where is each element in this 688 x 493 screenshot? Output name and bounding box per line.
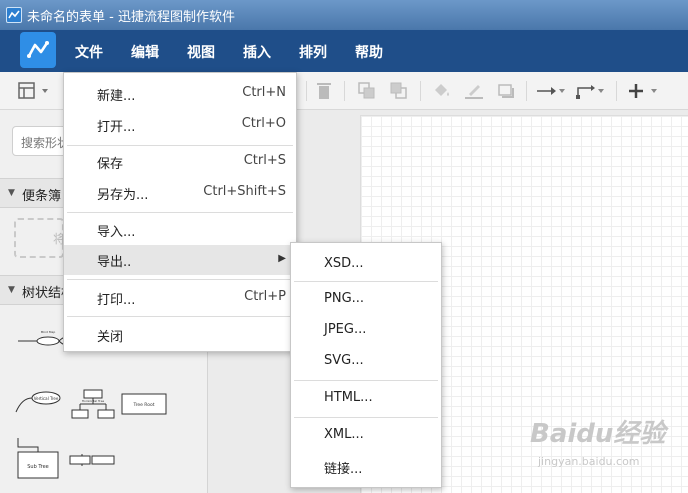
waypoint-icon[interactable] <box>576 82 606 100</box>
menu-divider <box>294 281 438 282</box>
menu-divider <box>67 316 293 317</box>
file-menu-print[interactable]: 打印... Ctrl+P <box>64 283 296 313</box>
sub-tree-shape[interactable]: Sub Tree <box>17 438 59 479</box>
svg-text:Tree Root: Tree Root <box>132 402 154 408</box>
export-svg[interactable]: SVG... <box>291 347 441 375</box>
export-link[interactable]: 链接... <box>291 452 441 480</box>
svg-text:Vertical Tree: Vertical Tree <box>34 396 59 401</box>
section-scratchpad-label: 便条簿 <box>22 189 62 204</box>
file-menu: 新建... Ctrl+N 打开... Ctrl+O 保存 Ctrl+S 另存为.… <box>63 72 297 352</box>
file-menu-new[interactable]: 新建... Ctrl+N <box>64 79 296 109</box>
delete-icon[interactable] <box>316 82 332 100</box>
export-xsd[interactable]: XSD... <box>291 250 441 278</box>
menu-divider <box>67 212 293 213</box>
menu-divider <box>67 145 293 146</box>
menu-help[interactable]: 帮助 <box>355 42 383 62</box>
svg-text:Mind Map: Mind Map <box>41 330 56 334</box>
file-menu-open[interactable]: 打开... Ctrl+O <box>64 110 296 140</box>
menu-divider <box>294 417 438 418</box>
app-icon <box>6 7 22 23</box>
watermark-url: jingyan.baidu.com <box>538 455 640 468</box>
svg-text:Horizontal Tree: Horizontal Tree <box>82 399 105 403</box>
connector-arrow-icon[interactable] <box>536 82 566 100</box>
collapse-arrow-icon: ▼ <box>8 285 15 295</box>
to-back-icon[interactable] <box>390 82 408 100</box>
export-jpeg[interactable]: JPEG... <box>291 316 441 344</box>
watermark-logo: Baidu经验 <box>530 419 666 449</box>
export-png[interactable]: PNG... <box>291 285 441 313</box>
horizontal-tree-shape[interactable]: Horizontal Tree <box>71 389 115 419</box>
submenu-arrow-icon: ▶ <box>278 253 286 264</box>
collapse-arrow-icon: ▼ <box>8 188 15 198</box>
tree-root-shape[interactable]: Tree Root <box>121 393 167 415</box>
menu-divider <box>294 380 438 381</box>
menu-file[interactable]: 文件 <box>75 42 103 62</box>
file-menu-close[interactable]: 关闭 <box>64 320 296 350</box>
menu-insert[interactable]: 插入 <box>243 42 271 62</box>
layout-panel-icon[interactable] <box>18 82 50 100</box>
export-html[interactable]: HTML... <box>291 384 441 412</box>
app-logo[interactable] <box>20 32 56 68</box>
file-menu-export[interactable]: 导出.. ▶ <box>64 245 296 275</box>
export-xml[interactable]: XML... <box>291 421 441 449</box>
file-menu-save-as[interactable]: 另存为... Ctrl+Shift+S <box>64 178 296 208</box>
menu-divider <box>67 279 293 280</box>
title-bar: 未命名的表单 - 迅捷流程图制作软件 <box>0 0 688 30</box>
export-submenu: XSD... PNG... JPEG... SVG... HTML... XML… <box>290 242 442 488</box>
line-color-icon[interactable] <box>464 82 484 100</box>
svg-text:Sub Tree: Sub Tree <box>27 464 49 470</box>
window-title: 未命名的表单 - 迅捷流程图制作软件 <box>27 10 235 25</box>
fill-color-icon[interactable] <box>432 82 452 100</box>
scratchpad-drop-area[interactable]: 将 <box>14 218 65 258</box>
shadow-icon[interactable] <box>496 82 516 100</box>
menu-bar: 文件 编辑 视图 插入 排列 帮助 <box>0 30 688 72</box>
menu-edit[interactable]: 编辑 <box>131 42 159 62</box>
vertical-tree-shape[interactable]: Vertical Tree <box>15 391 61 413</box>
file-menu-save[interactable]: 保存 Ctrl+S <box>64 147 296 177</box>
menu-view[interactable]: 视图 <box>187 42 215 62</box>
search-placeholder: 搜索形状 <box>21 136 70 150</box>
file-menu-import[interactable]: 导入... <box>64 215 296 245</box>
to-front-icon[interactable] <box>358 82 376 100</box>
menu-arrange[interactable]: 排列 <box>299 42 327 62</box>
tree-branch-shape[interactable] <box>69 454 115 466</box>
add-icon[interactable] <box>628 82 660 100</box>
